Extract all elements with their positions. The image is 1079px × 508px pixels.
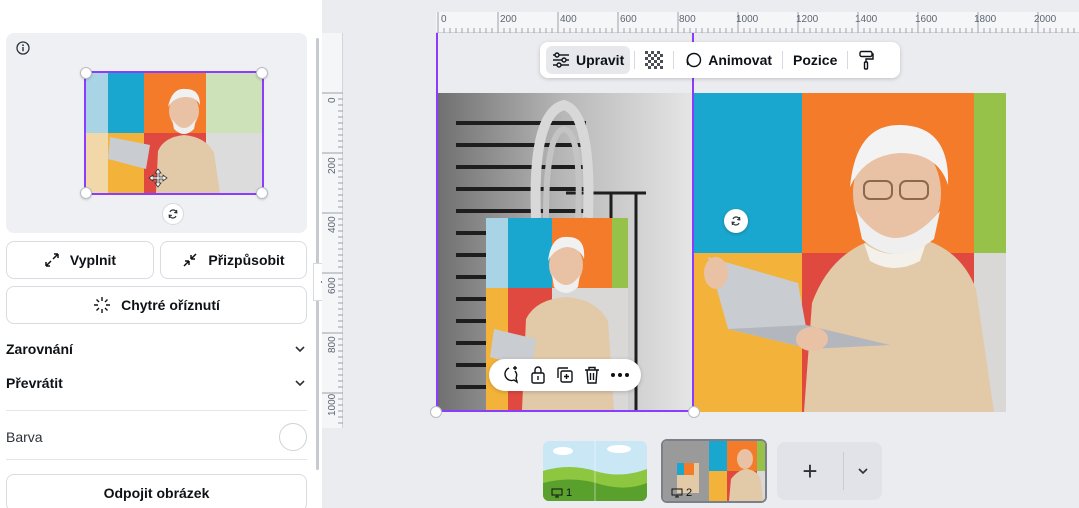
crop-preview-image[interactable] xyxy=(84,71,264,195)
element-actions-bar xyxy=(489,359,641,391)
add-comment-icon[interactable] xyxy=(500,365,520,385)
page-thumbnail-active[interactable]: 2 xyxy=(661,439,767,503)
ruler-tick-label: 1400 xyxy=(855,14,878,25)
rotate-icon xyxy=(731,216,741,226)
copy-style-button[interactable] xyxy=(852,46,880,74)
edit-label: Upravit xyxy=(576,52,625,68)
color-row: Barva xyxy=(6,423,307,451)
page-number: 2 xyxy=(671,487,692,499)
align-label: Zarovnání xyxy=(6,341,73,357)
crop-panel: Vyplnit Přizpůsobit Chytré oříznutí Zaro… xyxy=(0,0,313,508)
move-icon[interactable] xyxy=(148,168,168,188)
add-page-options-button[interactable] xyxy=(844,442,882,500)
info-icon[interactable] xyxy=(16,41,30,55)
position-label: Pozice xyxy=(793,52,838,68)
transparency-checker-icon xyxy=(645,51,664,69)
ruler-tick-label: 800 xyxy=(679,14,696,25)
rotate-icon xyxy=(168,209,178,219)
color-swatch[interactable] xyxy=(279,423,307,451)
toolbar-divider xyxy=(782,51,784,69)
presentation-icon xyxy=(671,488,683,498)
horizontal-ruler: 0 200 400 600 800 1000 1200 1400 1600 18… xyxy=(436,12,1079,33)
more-options-icon[interactable] xyxy=(610,372,630,378)
toolbar-divider xyxy=(673,51,675,69)
chevron-down-icon xyxy=(295,380,305,387)
fit-button-label: Přizpůsobit xyxy=(208,252,285,268)
animate-label: Animovat xyxy=(708,52,773,68)
position-button[interactable]: Pozice xyxy=(787,46,843,74)
crop-handle-bottom-right[interactable] xyxy=(256,187,268,199)
fill-button-label: Vyplnit xyxy=(69,252,117,268)
ruler-tick-label: 1000 xyxy=(736,14,759,25)
ruler-tick-label: 1000 xyxy=(327,393,338,416)
senior-man-laptop-photo[interactable] xyxy=(694,93,1006,412)
flip-section-toggle[interactable]: Převrátit xyxy=(6,371,307,395)
crop-handle-bottom-left[interactable] xyxy=(80,187,92,199)
smart-crop-label: Chytré oříznutí xyxy=(121,297,220,313)
crop-handle-top-right[interactable] xyxy=(256,67,268,79)
crop-handle-top-left[interactable] xyxy=(80,67,92,79)
expand-icon xyxy=(45,253,59,267)
paint-roller-icon xyxy=(859,50,875,70)
ruler-tick-label: 800 xyxy=(327,336,338,353)
animate-icon xyxy=(686,52,702,68)
chevron-down-icon xyxy=(858,468,868,475)
fit-button[interactable]: Přizpůsobit xyxy=(160,241,307,279)
vertical-ruler: 0 200 400 600 800 1000 xyxy=(322,33,343,428)
ruler-tick-label: 1800 xyxy=(974,14,997,25)
ruler-tick-label: 2000 xyxy=(1034,14,1057,25)
sliders-icon xyxy=(553,52,569,68)
ruler-tick-label: 600 xyxy=(620,14,637,25)
ruler-tick-label: 200 xyxy=(327,157,338,174)
divider xyxy=(6,459,307,460)
detach-image-button[interactable]: Odpojit obrázek xyxy=(6,474,307,508)
chevron-down-icon xyxy=(295,346,305,353)
ruler-tick-label: 1200 xyxy=(796,14,819,25)
page-number: 1 xyxy=(551,487,572,499)
fill-button[interactable]: Vyplnit xyxy=(6,241,154,279)
toolbar-divider xyxy=(847,51,849,69)
ruler-tick-label: 0 xyxy=(441,14,447,25)
rotate-preview-button[interactable] xyxy=(162,203,184,225)
ruler-tick-label: 400 xyxy=(327,216,338,233)
toolbar-divider xyxy=(634,51,636,69)
ruler-tick-label: 1600 xyxy=(915,14,938,25)
detach-image-label: Odpojit obrázek xyxy=(103,485,210,501)
trash-icon[interactable] xyxy=(583,365,601,385)
transparency-button[interactable] xyxy=(639,46,669,74)
presentation-icon xyxy=(551,488,563,498)
magic-sparkle-icon xyxy=(94,297,111,313)
shrink-icon xyxy=(183,253,197,267)
page-number-label: 2 xyxy=(686,487,693,499)
lock-icon[interactable] xyxy=(529,365,547,385)
rotate-button[interactable] xyxy=(724,209,748,233)
page-number-label: 1 xyxy=(566,487,573,499)
flip-label: Převrátit xyxy=(6,375,63,391)
duplicate-icon[interactable] xyxy=(556,366,574,384)
resize-handle-bottom-right[interactable] xyxy=(688,406,700,418)
ruler-tick-label: 0 xyxy=(327,97,338,103)
add-page-control: + xyxy=(777,442,882,500)
ruler-tick-label: 400 xyxy=(560,14,577,25)
add-page-button[interactable]: + xyxy=(777,442,843,500)
panel-resize-handle[interactable] xyxy=(316,38,319,470)
divider xyxy=(6,410,307,411)
resize-handle-bottom-left[interactable] xyxy=(430,406,442,418)
context-toolbar: Upravit Animovat Pozice xyxy=(540,42,900,78)
animate-button[interactable]: Animovat xyxy=(678,46,778,74)
smart-crop-button[interactable]: Chytré oříznutí xyxy=(6,286,307,324)
ruler-tick-label: 200 xyxy=(500,14,517,25)
color-label: Barva xyxy=(6,429,43,445)
edit-button[interactable]: Upravit xyxy=(546,46,631,74)
page-thumbnail[interactable]: 1 xyxy=(543,441,647,501)
align-section-toggle[interactable]: Zarovnání xyxy=(6,337,307,361)
ruler-corner xyxy=(322,12,436,33)
ruler-tick-label: 600 xyxy=(327,277,338,294)
